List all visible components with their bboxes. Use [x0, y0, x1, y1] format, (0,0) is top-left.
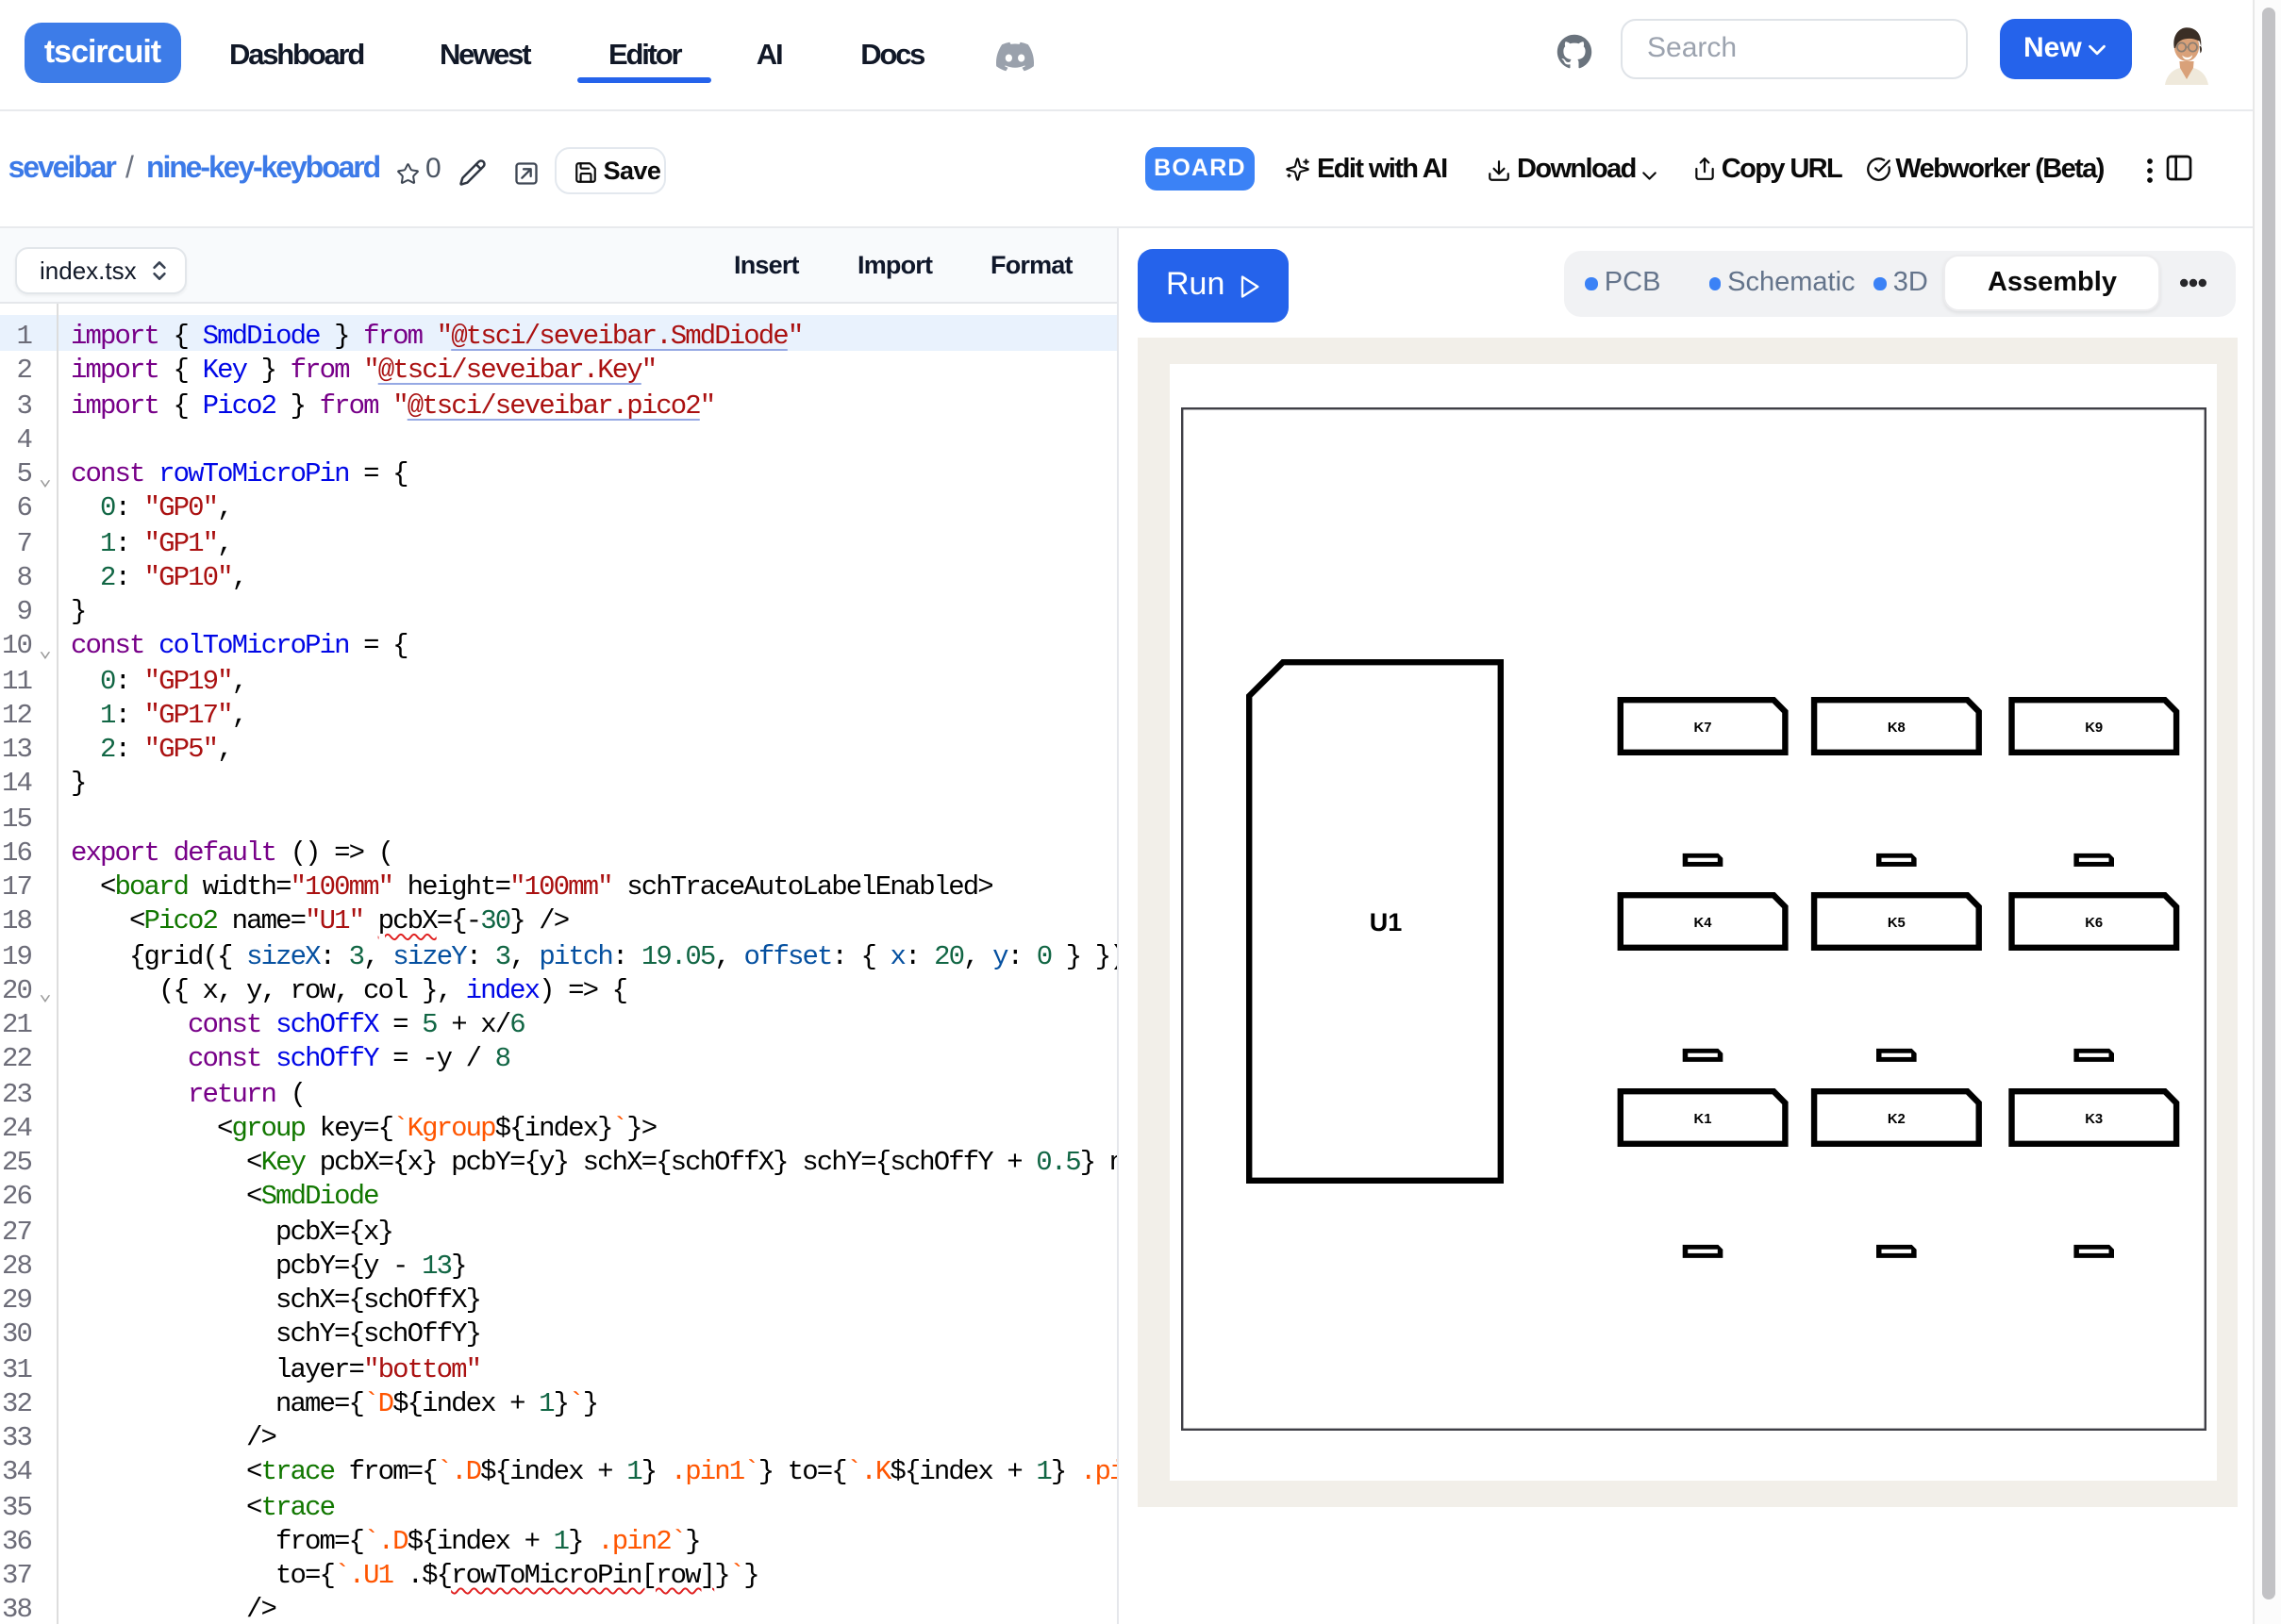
- svg-text:K7: K7: [1693, 721, 1711, 736]
- svg-text:K1: K1: [1693, 1112, 1711, 1127]
- svg-text:K8: K8: [1887, 721, 1905, 736]
- svg-text:K2: K2: [1887, 1112, 1905, 1127]
- svg-text:K3: K3: [2084, 1112, 2102, 1127]
- svg-text:K4: K4: [1693, 916, 1712, 931]
- svg-text:U1: U1: [1369, 908, 1402, 936]
- svg-text:K6: K6: [2084, 916, 2102, 931]
- svg-text:K9: K9: [2084, 721, 2102, 736]
- svg-text:K5: K5: [1887, 916, 1905, 931]
